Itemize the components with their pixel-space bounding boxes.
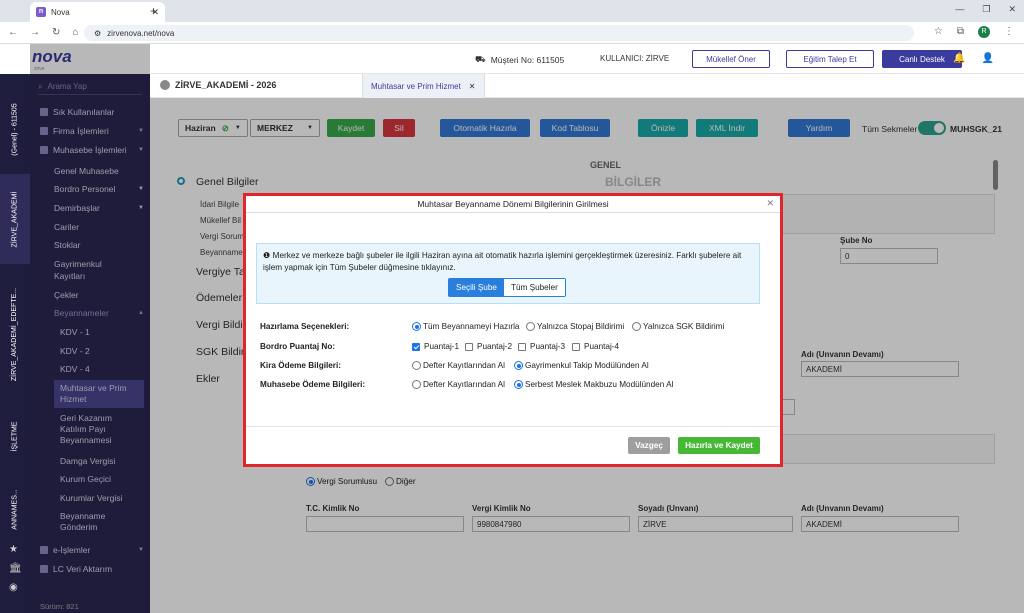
app-header: ⛟ Müşteri No: 611505 KULLANICI: ZİRVE Mük… — [150, 44, 1024, 74]
muhasebe-label: Muhasebe Ödeme Bilgileri: — [260, 380, 366, 389]
site-info-icon[interactable]: ⚙ — [94, 29, 101, 38]
opt-muhasebe-smm[interactable]: Serbest Meslek Makbuzu Modülünden Al — [514, 380, 673, 389]
url-field[interactable]: ⚙ zirvenova.net/nova — [84, 25, 914, 41]
extensions-icon[interactable]: ⧉ — [957, 26, 964, 38]
star-icon[interactable]: ☆ — [934, 26, 943, 38]
minimize-icon[interactable]: — — [955, 4, 964, 15]
building-icon[interactable]: 🏛 — [9, 563, 22, 574]
browser-tab-title: Nova — [51, 7, 70, 17]
company-crumb: ZİRVE_AKADEMİ - 2026 — [160, 80, 276, 90]
close-page-tab-icon[interactable]: ✕ — [469, 82, 476, 91]
vtab-zirve-akademi[interactable]: ZİRVE_AKADEMİ — [0, 174, 30, 264]
kira-label: Kira Ödeme Bilgileri: — [260, 361, 341, 370]
radio-sgk[interactable] — [632, 322, 641, 331]
browser-tab-bar: n Nova ✕ + — ❐ ✕ — [0, 0, 1024, 22]
palette-icon[interactable]: ◉ — [9, 582, 22, 593]
info-icon: ❶ — [263, 251, 273, 260]
checkbox-puantaj-1[interactable] — [412, 342, 420, 351]
opt-muhasebe-defter[interactable]: Defter Kayıtlarından Al — [412, 380, 505, 389]
canli-destek-button[interactable]: Canlı Destek — [882, 50, 962, 68]
info-text: ❶ Merkez ve merkeze bağlı şubeler ile il… — [263, 251, 742, 272]
modal-title: Muhtasar Beyanname Dönemi Bilgilerinin G… — [246, 196, 780, 213]
info-box: ❶ Merkez ve merkeze bağlı şubeler ile il… — [256, 243, 760, 304]
browser-tab[interactable]: n Nova ✕ — [30, 2, 165, 22]
user-icon[interactable]: 👤 — [982, 53, 994, 64]
musteri-no: ⛟ Müşteri No: 611505 — [475, 54, 565, 65]
vertical-tab-strip: (Genel) - 611505 ZİRVE_AKADEMİ ZİRVE_AKA… — [0, 44, 30, 613]
vtab-genel[interactable]: (Genel) - 611505 — [0, 74, 30, 184]
bell-icon[interactable]: 🔔 — [953, 53, 965, 64]
opt-sgk[interactable]: Yalnızca SGK Bildirimi — [632, 322, 724, 331]
chk-puantaj-4[interactable]: Puantaj-4 — [572, 342, 619, 351]
new-tab-icon[interactable]: + — [150, 4, 157, 18]
prepare-save-button[interactable]: Hazırla ve Kaydet — [678, 437, 760, 454]
reload-icon[interactable]: ↻ — [52, 27, 60, 38]
radio-stopaj[interactable] — [526, 322, 535, 331]
nova-favicon-icon: n — [36, 7, 46, 17]
page-tab-muhtasar[interactable]: Muhtasar ve Prim Hizmet ✕ — [362, 74, 485, 98]
modal-footer-divider — [246, 426, 780, 427]
branch-segment: Seçili Şube Tüm Şubeler — [448, 278, 566, 297]
radio-kira-defter[interactable] — [412, 361, 421, 370]
kullanici: KULLANICI: ZİRVE — [600, 54, 670, 63]
opt-tum-beyanname[interactable]: Tüm Beyannameyi Hazırla — [412, 322, 519, 331]
back-icon[interactable]: ← — [8, 27, 18, 38]
opt-kira-gayrimenkul[interactable]: Gayrimenkul Takip Modülünden Al — [514, 361, 649, 370]
bordro-label: Bordro Puantaj No: — [260, 342, 336, 351]
opt-stopaj[interactable]: Yalnızca Stopaj Bildirimi — [526, 322, 624, 331]
hazirlama-label: Hazırlama Seçenekleri: — [260, 322, 350, 331]
chk-puantaj-2[interactable]: Puantaj-2 — [465, 342, 512, 351]
muhtasar-period-modal: Muhtasar Beyanname Dönemi Bilgilerinin G… — [246, 196, 780, 464]
radio-muhasebe-smm[interactable] — [514, 380, 523, 389]
maximize-icon[interactable]: ❐ — [982, 4, 990, 15]
company-icon — [160, 80, 170, 90]
menu-icon[interactable]: ⋮ — [1004, 26, 1014, 38]
egitim-talep-button[interactable]: Eğitim Talep Et — [786, 50, 874, 68]
mukellef-oner-button[interactable]: Mükellef Öner — [692, 50, 770, 68]
all-branches-button[interactable]: Tüm Şubeler — [503, 279, 565, 296]
radio-kira-gayrimenkul[interactable] — [514, 361, 523, 370]
cancel-button[interactable]: Vazgeç — [628, 437, 670, 454]
home-icon[interactable]: ⌂ — [72, 27, 78, 38]
truck-icon: ⛟ — [475, 54, 486, 64]
forward-icon[interactable]: → — [30, 27, 40, 38]
checkbox-puantaj-3[interactable] — [518, 342, 526, 351]
sidebar-backdrop — [30, 44, 150, 613]
favorite-star-icon[interactable]: ★ — [9, 544, 22, 555]
crumb-bar: ZİRVE_AKADEMİ - 2026 Muhtasar ve Prim Hi… — [150, 74, 1024, 98]
selected-branch-button[interactable]: Seçili Şube — [449, 279, 504, 296]
close-window-icon[interactable]: ✕ — [1008, 4, 1016, 15]
opt-kira-defter[interactable]: Defter Kayıtlarından Al — [412, 361, 505, 370]
radio-muhasebe-defter[interactable] — [412, 380, 421, 389]
chk-puantaj-1[interactable]: Puantaj-1 — [412, 342, 459, 351]
radio-tum[interactable] — [412, 322, 421, 331]
address-bar: ← → ↻ ⌂ ⚙ zirvenova.net/nova ☆ ⧉ R ⋮ — [0, 22, 1024, 44]
modal-close-icon[interactable]: ✕ — [766, 198, 774, 209]
chk-puantaj-3[interactable]: Puantaj-3 — [518, 342, 565, 351]
checkbox-puantaj-2[interactable] — [465, 342, 473, 351]
profile-avatar[interactable]: R — [978, 26, 990, 38]
vtab-beyannames[interactable]: ANNAMES... — [0, 474, 30, 544]
checkbox-puantaj-4[interactable] — [572, 342, 580, 351]
vtab-isletme[interactable]: İŞLETME — [0, 404, 30, 469]
vtab-zirve-akademi-edefter[interactable]: ZİRVE_AKADEMİ_EDEFTE... — [0, 269, 30, 399]
url-text: zirvenova.net/nova — [107, 28, 175, 38]
